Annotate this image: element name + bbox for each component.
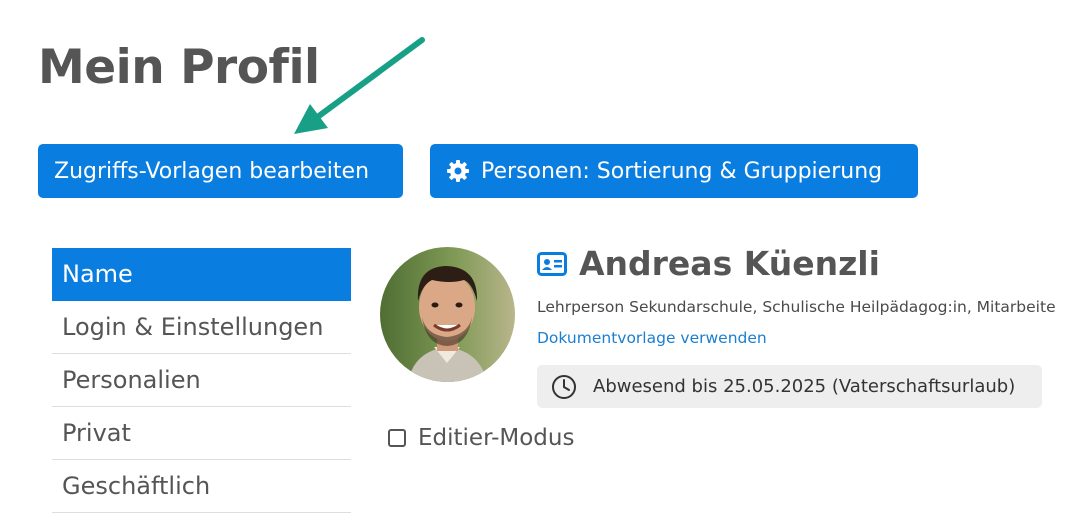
sidebar-item-business[interactable]: Geschäftlich (52, 460, 351, 513)
sidebar-item-label: Privat (62, 419, 131, 447)
sidebar-item-personal-data[interactable]: Personalien (52, 354, 351, 407)
sidebar-item-label: Geschäftlich (62, 472, 211, 500)
person-roles: Lehrperson Sekundarschule, Schulische He… (537, 298, 1056, 316)
edit-mode-checkbox[interactable] (388, 429, 406, 447)
person-name: Andreas Küenzli (537, 244, 880, 283)
avatar (380, 247, 515, 382)
page-title: Mein Profil (38, 40, 320, 95)
id-card-icon (537, 251, 567, 276)
edit-mode-toggle[interactable]: Editier-Modus (388, 425, 574, 451)
clock-icon (551, 374, 577, 400)
use-document-template-link[interactable]: Dokumentvorlage verwenden (537, 329, 767, 347)
person-name-text: Andreas Küenzli (579, 244, 880, 283)
sidebar-item-label: Name (62, 260, 133, 288)
profile-sidebar: Name Login & Einstellungen Personalien P… (52, 248, 351, 513)
person-sorting-label: Personen: Sortierung & Gruppierung (481, 158, 883, 184)
edit-access-templates-label: Zugriffs-Vorlagen bearbeiten (54, 158, 370, 184)
sidebar-item-private[interactable]: Privat (52, 407, 351, 460)
edit-mode-label: Editier-Modus (418, 425, 575, 451)
sidebar-item-label: Login & Einstellungen (62, 313, 324, 341)
gear-icon (446, 159, 470, 183)
absence-badge: Abwesend bis 25.05.2025 (Vaterschaftsurl… (537, 365, 1042, 408)
sidebar-item-login-settings[interactable]: Login & Einstellungen (52, 301, 351, 354)
sidebar-item-label: Personalien (62, 366, 201, 394)
person-sorting-button[interactable]: Personen: Sortierung & Gruppierung (430, 144, 918, 198)
annotation-arrow (294, 37, 425, 134)
absence-text: Abwesend bis 25.05.2025 (Vaterschaftsurl… (593, 376, 1016, 397)
sidebar-item-name[interactable]: Name (52, 248, 351, 301)
edit-access-templates-button[interactable]: Zugriffs-Vorlagen bearbeiten (38, 144, 403, 198)
